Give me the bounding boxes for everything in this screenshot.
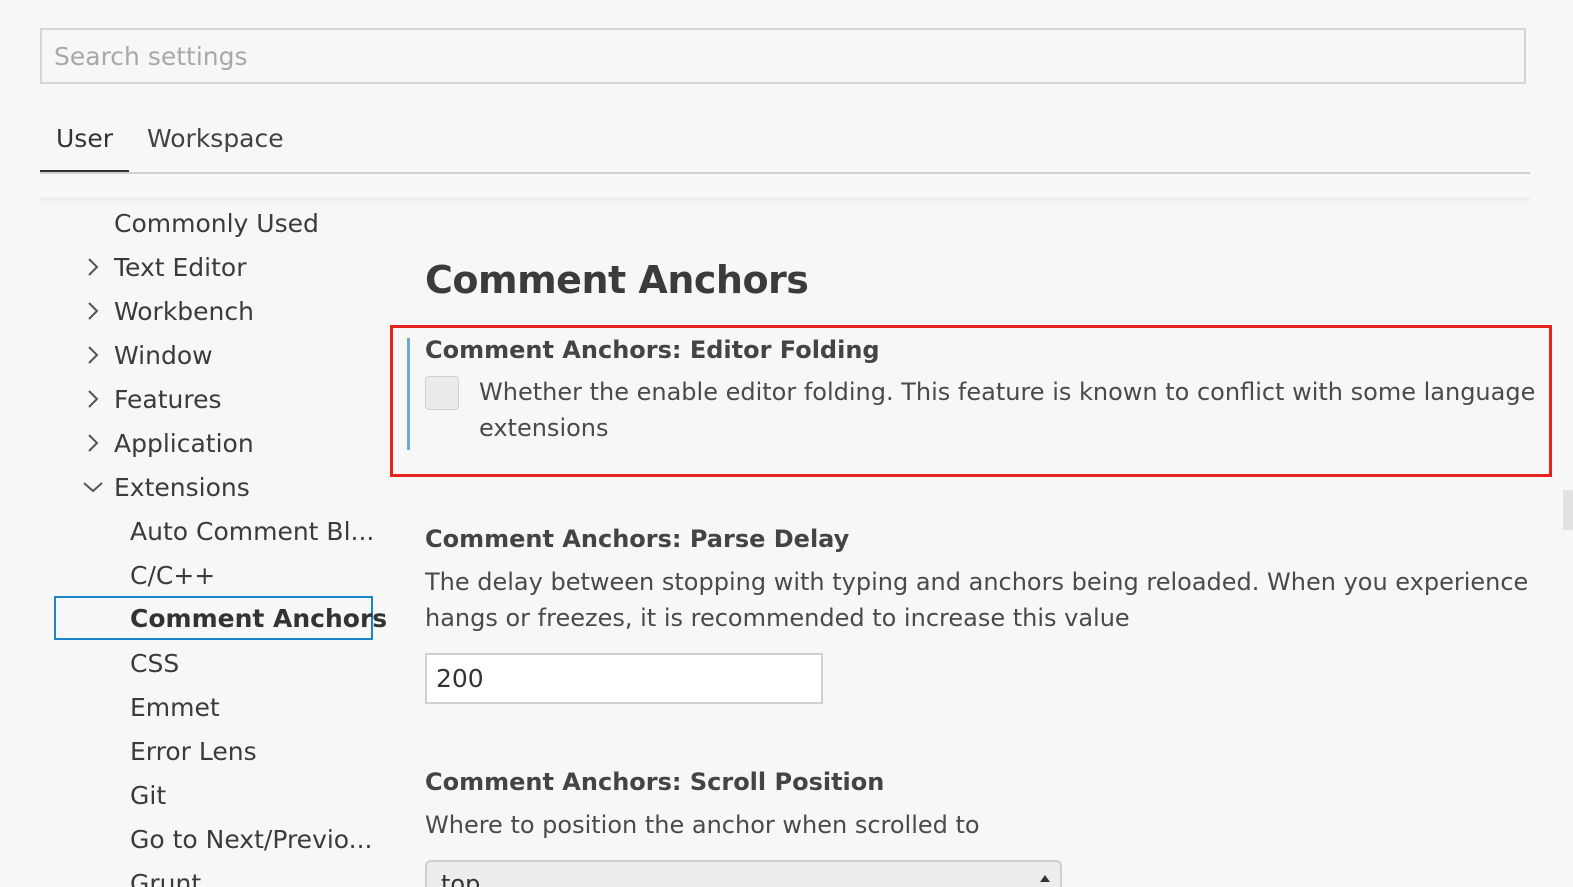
toc-item-grunt[interactable]: Grunt	[40, 863, 380, 887]
setting-title-prefix: Comment Anchors:	[425, 336, 690, 364]
setting-title-scroll-position: Comment Anchors: Scroll Position	[425, 768, 884, 796]
editor-folding-checkbox[interactable]	[425, 376, 459, 410]
description-line: Where to position the anchor when scroll…	[425, 811, 980, 839]
settings-editor: User Workspace Commonly Used Text Editor…	[0, 0, 1573, 887]
chevron-right-icon	[82, 432, 104, 454]
search-input[interactable]	[42, 30, 1524, 82]
toc-item-label: Features	[114, 384, 222, 414]
settings-toc: Commonly Used Text Editor Workbench Wind…	[40, 200, 387, 887]
section-title: Comment Anchors	[425, 258, 809, 302]
toc-item-css[interactable]: CSS	[40, 643, 380, 683]
setting-title-name: Scroll Position	[689, 768, 885, 796]
toc-item-commonly-used[interactable]: Commonly Used	[40, 203, 380, 243]
setting-title-editor-folding: Comment Anchors: Editor Folding	[425, 336, 880, 364]
settings-scope-tabs: User Workspace	[40, 112, 1530, 174]
description-line: Whether the enable editor folding. This …	[479, 378, 1536, 406]
toc-item-comment-anchors[interactable]: Comment Anchors	[54, 596, 387, 640]
search-settings-field[interactable]	[40, 28, 1526, 84]
tab-user[interactable]: User	[40, 112, 129, 172]
description-line: The delay between stopping with typing a…	[425, 568, 1529, 596]
toc-item-label: Commonly Used	[114, 208, 319, 238]
parse-delay-input[interactable]	[427, 655, 821, 702]
toc-item-label: Text Editor	[114, 252, 247, 282]
select-value: top	[441, 870, 481, 887]
toc-item-auto-comment-blocks[interactable]: Auto Comment Bl...	[40, 511, 380, 551]
parse-delay-field[interactable]	[425, 653, 823, 704]
toc-item-go-to-next-previous[interactable]: Go to Next/Previo...	[40, 819, 380, 859]
focused-setting-indicator	[407, 338, 410, 450]
toc-item-label: Workbench	[114, 296, 254, 326]
settings-list: Comment Anchors Comment Anchors: Editor …	[390, 200, 1552, 887]
toc-item-application[interactable]: Application	[40, 423, 380, 463]
toc-item-label: Emmet	[130, 692, 220, 722]
toc-item-label: Application	[114, 428, 254, 458]
toc-item-label: Extensions	[114, 472, 250, 502]
toc-item-label: Grunt	[130, 868, 202, 887]
toc-item-git[interactable]: Git	[40, 775, 380, 815]
setting-description-editor-folding: Whether the enable editor folding. This …	[479, 374, 1549, 446]
chevron-right-icon	[82, 256, 104, 278]
setting-description-parse-delay: The delay between stopping with typing a…	[425, 564, 1535, 636]
scroll-position-select[interactable]: top	[425, 860, 1062, 887]
toc-item-label: Go to Next/Previo...	[130, 824, 373, 854]
setting-title-parse-delay: Comment Anchors: Parse Delay	[425, 525, 849, 553]
scrollbar-thumb[interactable]	[1563, 490, 1573, 530]
toc-item-label: Window	[114, 340, 213, 370]
toc-item-emmet[interactable]: Emmet	[40, 687, 380, 727]
toc-item-window[interactable]: Window	[40, 335, 380, 375]
caret-up-down-icon	[1038, 870, 1052, 884]
toc-item-label: Error Lens	[130, 736, 257, 766]
chevron-right-icon	[82, 344, 104, 366]
setting-title-prefix: Comment Anchors:	[425, 525, 690, 553]
description-line: hangs or freezes, it is recommended to i…	[425, 604, 1130, 632]
toc-item-c-cpp[interactable]: C/C++	[40, 555, 380, 595]
toc-item-extensions[interactable]: Extensions	[40, 467, 380, 507]
chevron-right-icon	[82, 300, 104, 322]
tab-workspace[interactable]: Workspace	[129, 112, 300, 172]
toc-item-error-lens[interactable]: Error Lens	[40, 731, 380, 771]
chevron-down-icon	[82, 476, 104, 498]
toc-item-label: C/C++	[130, 560, 216, 590]
toc-item-text-editor[interactable]: Text Editor	[40, 247, 380, 287]
toc-item-label: Git	[130, 780, 167, 810]
toc-item-features[interactable]: Features	[40, 379, 380, 419]
toc-item-workbench[interactable]: Workbench	[40, 291, 380, 331]
setting-title-name: Editor Folding	[689, 336, 880, 364]
toc-item-label: CSS	[130, 648, 180, 678]
toc-item-label: Comment Anchors	[130, 603, 388, 633]
description-line: extensions	[479, 414, 609, 442]
setting-description-scroll-position: Where to position the anchor when scroll…	[425, 807, 1535, 843]
toc-item-label: Auto Comment Bl...	[130, 516, 375, 546]
setting-title-name: Parse Delay	[689, 525, 850, 553]
chevron-right-icon	[82, 388, 104, 410]
setting-title-prefix: Comment Anchors:	[425, 768, 690, 796]
